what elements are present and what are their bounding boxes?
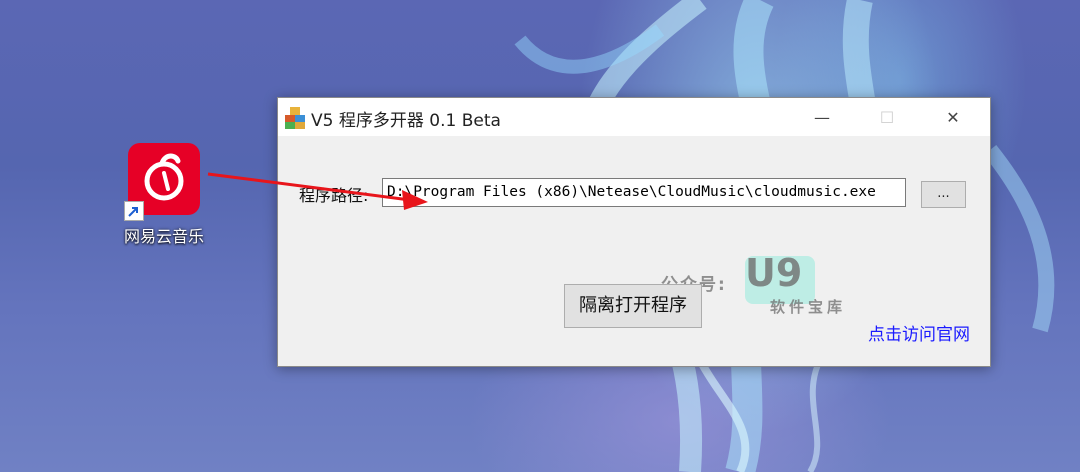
desktop-icon-label: 网易云音乐 xyxy=(123,227,204,246)
program-path-label: 程序路径: xyxy=(299,186,369,205)
watermark-logo: U9 xyxy=(745,251,803,295)
minimize-button[interactable]: — xyxy=(799,98,845,136)
title-bar[interactable]: V5 程序多开器 0.1 Beta — ☐ ✕ xyxy=(278,98,990,137)
isolated-launch-button[interactable]: 隔离打开程序 xyxy=(564,284,702,328)
app-title-icon xyxy=(285,107,305,129)
close-button[interactable]: ✕ xyxy=(930,98,976,136)
watermark-subtitle: 软件宝库 xyxy=(770,298,847,316)
netease-music-app-icon xyxy=(124,143,200,221)
visit-website-link[interactable]: 点击访问官网 xyxy=(868,320,970,345)
window-title: V5 程序多开器 0.1 Beta xyxy=(311,111,501,131)
desktop-shortcut-netease-music[interactable]: 网易云音乐 xyxy=(116,143,212,247)
shortcut-arrow-icon xyxy=(124,201,144,221)
maximize-button[interactable]: ☐ xyxy=(864,98,910,136)
browse-button[interactable]: ... xyxy=(921,181,966,208)
app-window: V5 程序多开器 0.1 Beta — ☐ ✕ 程序路径: D:\Program… xyxy=(277,97,991,367)
program-path-input[interactable]: D:\Program Files (x86)\Netease\CloudMusi… xyxy=(382,178,906,207)
